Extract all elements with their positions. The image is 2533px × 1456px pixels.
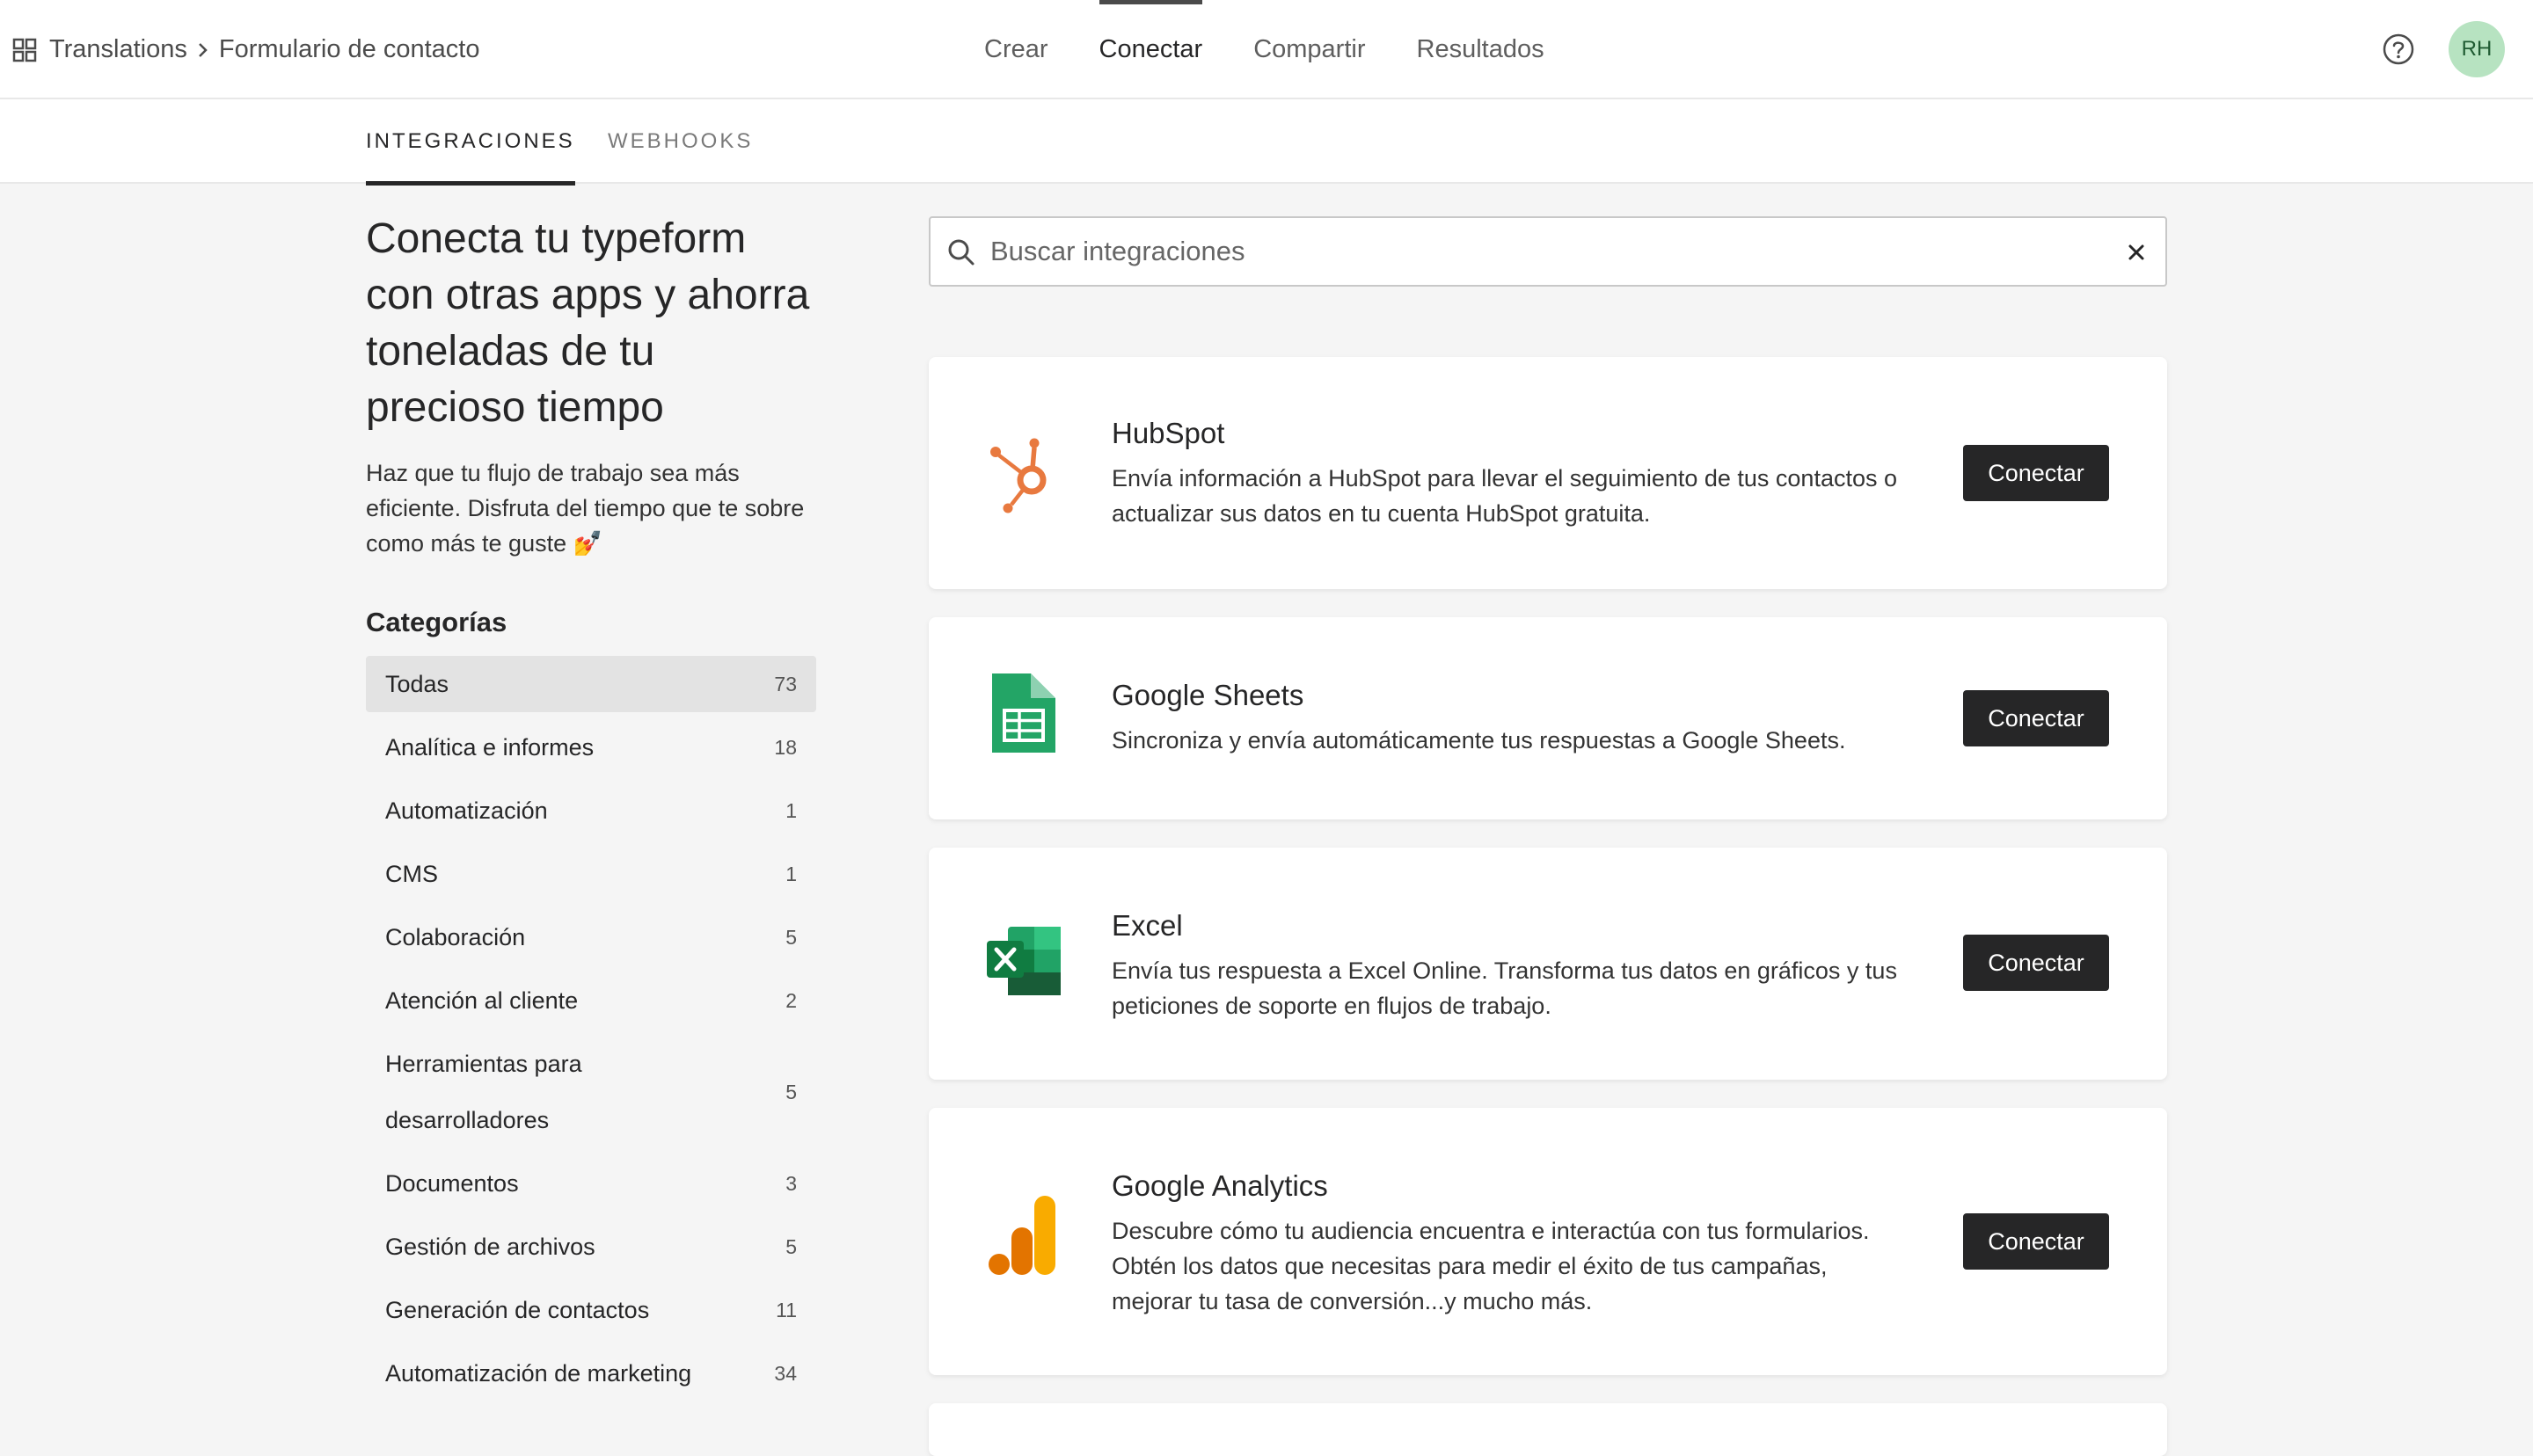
google-sheets-icon bbox=[992, 673, 1055, 753]
category-item-documentos[interactable]: Documentos 3 bbox=[366, 1155, 816, 1212]
tab-webhooks[interactable]: WEBHOOKS bbox=[608, 99, 753, 184]
integration-description: Envía tus respuesta a Excel Online. Tran… bbox=[1112, 957, 1897, 1019]
category-label: CMS bbox=[385, 861, 438, 887]
category-count: 3 bbox=[785, 1171, 797, 1195]
category-item-atencion[interactable]: Atención al cliente 2 bbox=[366, 972, 816, 1029]
main-nav: Crear Conectar Compartir Resultados bbox=[959, 0, 1570, 99]
integration-name: Google Analytics bbox=[1112, 1169, 1328, 1202]
category-count: 18 bbox=[774, 735, 797, 759]
category-count: 2 bbox=[785, 988, 797, 1012]
category-label: Documentos bbox=[385, 1170, 519, 1197]
nav-compartir[interactable]: Compartir bbox=[1228, 0, 1391, 99]
integration-card-google-sheets: Google Sheets Sincroniza y envía automát… bbox=[929, 617, 2167, 819]
category-label: Colaboración bbox=[385, 924, 526, 950]
category-item-automatizacion[interactable]: Automatización 1 bbox=[366, 783, 816, 839]
search-icon bbox=[948, 239, 975, 266]
nav-crear[interactable]: Crear bbox=[959, 0, 1074, 99]
integration-text: HubSpot Envía información a HubSpot para… bbox=[1112, 417, 1903, 531]
google-analytics-icon bbox=[989, 1196, 1055, 1275]
breadcrumb: Translations Formulario de contacto bbox=[12, 0, 479, 99]
connect-excel-button[interactable]: Conectar bbox=[1963, 935, 2109, 991]
category-item-contactos[interactable]: Generación de contactos 11 bbox=[366, 1282, 816, 1338]
categories-title: Categorías bbox=[366, 607, 507, 637]
integration-card-hubspot: HubSpot Envía información a HubSpot para… bbox=[929, 357, 2167, 589]
close-icon[interactable] bbox=[2123, 239, 2150, 266]
integration-card-next bbox=[929, 1403, 2167, 1456]
integration-text: Google Sheets Sincroniza y envía automát… bbox=[1112, 679, 1903, 758]
category-item-herramientas[interactable]: Herramientas para desarrolladores 5 bbox=[366, 1036, 816, 1148]
category-item-cms[interactable]: CMS 1 bbox=[366, 846, 816, 902]
workspace-grid-icon[interactable] bbox=[12, 38, 37, 62]
integration-text: Google Analytics Descubre cómo tu audien… bbox=[1112, 1169, 1903, 1319]
help-icon[interactable] bbox=[2382, 33, 2415, 66]
integration-name: HubSpot bbox=[1112, 417, 1225, 449]
integration-name: Excel bbox=[1112, 909, 1183, 942]
category-count: 5 bbox=[785, 1234, 797, 1258]
left-panel: Conecta tu typeform con otras apps y aho… bbox=[366, 211, 816, 1409]
category-item-colaboracion[interactable]: Colaboración 5 bbox=[366, 909, 816, 965]
sub-tabs: INTEGRACIONES WEBHOOKS bbox=[0, 99, 2533, 186]
category-count: 11 bbox=[776, 1298, 797, 1321]
category-label: Automatización bbox=[385, 797, 548, 824]
category-label: Herramientas para desarrolladores bbox=[385, 1051, 582, 1133]
category-label: Todas bbox=[385, 671, 449, 697]
integration-card-google-analytics: Google Analytics Descubre cómo tu audien… bbox=[929, 1108, 2167, 1375]
hubspot-icon bbox=[990, 438, 1047, 513]
integration-text: Excel Envía tus respuesta a Excel Online… bbox=[1112, 909, 1903, 1023]
nav-resultados[interactable]: Resultados bbox=[1391, 0, 1570, 99]
excel-icon bbox=[987, 927, 1061, 995]
category-count: 5 bbox=[785, 1080, 797, 1103]
breadcrumb-workspace[interactable]: Translations bbox=[49, 35, 187, 64]
intro-text: Haz que tu flujo de trabajo sea más efic… bbox=[366, 460, 805, 557]
search-input[interactable] bbox=[990, 227, 2081, 276]
category-count: 73 bbox=[774, 672, 797, 695]
category-count: 1 bbox=[785, 798, 797, 822]
category-item-todas[interactable]: Todas 73 bbox=[366, 656, 816, 712]
page-title: Conecta tu typeform con otras apps y aho… bbox=[366, 215, 810, 431]
category-label: Atención al cliente bbox=[385, 987, 579, 1014]
category-label: Gestión de archivos bbox=[385, 1234, 595, 1260]
category-item-marketing[interactable]: Automatización de marketing 34 bbox=[366, 1345, 816, 1401]
connect-google-sheets-button[interactable]: Conectar bbox=[1963, 690, 2109, 746]
category-label: Automatización de marketing bbox=[385, 1360, 692, 1387]
connect-hubspot-button[interactable]: Conectar bbox=[1963, 445, 2109, 501]
breadcrumb-form[interactable]: Formulario de contacto bbox=[219, 35, 480, 64]
category-list: Todas 73 Analítica e informes 18 Automat… bbox=[366, 656, 816, 1401]
category-count: 5 bbox=[785, 925, 797, 949]
integration-card-excel: Excel Envía tus respuesta a Excel Online… bbox=[929, 848, 2167, 1080]
integration-description: Sincroniza y envía automáticamente tus r… bbox=[1112, 727, 1846, 753]
chevron-right-icon bbox=[187, 38, 219, 62]
avatar[interactable]: RH bbox=[2449, 21, 2505, 77]
search-box bbox=[929, 216, 2167, 287]
tab-integraciones[interactable]: INTEGRACIONES bbox=[366, 99, 575, 186]
category-label: Generación de contactos bbox=[385, 1297, 650, 1323]
top-bar: Translations Formulario de contacto Crea… bbox=[0, 0, 2533, 99]
category-count: 34 bbox=[774, 1361, 797, 1385]
integration-name: Google Sheets bbox=[1112, 679, 1304, 711]
category-label: Analítica e informes bbox=[385, 734, 595, 761]
connect-google-analytics-button[interactable]: Conectar bbox=[1963, 1213, 2109, 1270]
nav-conectar[interactable]: Conectar bbox=[1074, 0, 1229, 99]
category-count: 1 bbox=[785, 862, 797, 885]
integration-description: Envía información a HubSpot para llevar … bbox=[1112, 465, 1898, 527]
integration-description: Descubre cómo tu audiencia encuentra e i… bbox=[1112, 1218, 1870, 1314]
category-item-archivos[interactable]: Gestión de archivos 5 bbox=[366, 1219, 816, 1275]
category-item-analitica[interactable]: Analítica e informes 18 bbox=[366, 719, 816, 775]
